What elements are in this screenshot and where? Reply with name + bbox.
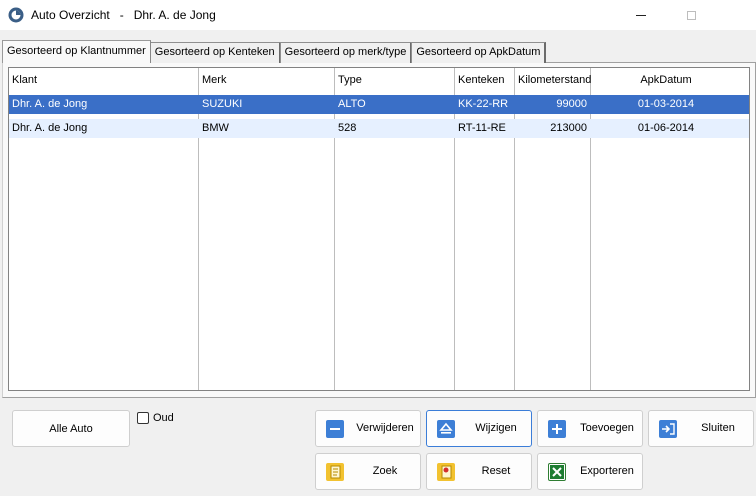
app-icon [8,7,24,23]
tab-apkdatum[interactable]: Gesorteerd op ApkDatum [411,42,547,63]
exit-icon [659,420,677,438]
maximize-button[interactable] [668,0,714,30]
exporteren-button[interactable]: Exporteren [537,453,643,490]
cell-klant: Dhr. A. de Jong [12,98,88,110]
oud-checkbox[interactable]: Oud [137,412,174,424]
cell-apkdatum: 01-03-2014 [637,98,695,110]
column-header-kenteken[interactable]: Kenteken [455,68,515,93]
exporteren-label: Exporteren [580,465,634,477]
column-header-merk[interactable]: Merk [199,68,335,93]
column-header-klant[interactable]: Klant [9,68,199,93]
oud-checkbox-label: Oud [153,412,174,424]
reset-button[interactable]: Reset [426,453,532,490]
cell-apkdatum: 01-06-2014 [637,122,695,134]
excel-icon [548,463,566,481]
cell-type: ALTO [338,98,366,110]
column-header-kilometerstand[interactable]: Kilometerstand [515,68,591,93]
cell-type: 528 [338,122,357,134]
cell-klant: Dhr. A. de Jong [12,122,88,134]
window-title: Auto Overzicht - Dhr. A. de Jong [31,8,216,22]
plus-icon [548,420,566,438]
oud-checkbox-box[interactable] [137,412,149,424]
list-header: Klant Merk Type Kenteken Kilometerstand … [9,68,749,93]
column-header-type[interactable]: Type [335,68,455,93]
maximize-icon [686,10,696,20]
minimize-button[interactable] [618,0,664,30]
eject-icon [437,420,455,438]
verwijderen-label: Verwijderen [356,422,414,434]
minimize-icon [636,14,646,16]
tab-klantnummer[interactable]: Gesorteerd op Klantnummer [2,40,151,63]
tab-kenteken[interactable]: Gesorteerd op Kenteken [149,42,281,63]
cell-kenteken: KK-22-RR [458,98,509,110]
toevoegen-label: Toevoegen [580,422,634,434]
wijzigen-label: Wijzigen [475,422,517,434]
zoek-label: Zoek [372,465,398,477]
table-row[interactable]: Dhr. A. de Jong BMW 528 RT-11-RE 213000 … [9,119,749,138]
wijzigen-button[interactable]: Wijzigen [426,410,532,447]
search-document-icon [326,463,344,481]
cell-merk: SUZUKI [202,98,243,110]
sluiten-button[interactable]: Sluiten [648,410,754,447]
alle-auto-label: Alle Auto [49,422,93,435]
zoek-button[interactable]: Zoek [315,453,421,490]
sluiten-label: Sluiten [701,422,735,434]
reset-label: Reset [481,465,511,477]
reset-document-icon [437,463,455,481]
table-row[interactable]: Dhr. A. de Jong SUZUKI ALTO KK-22-RR 990… [9,95,749,114]
cell-kenteken: RT-11-RE [458,122,506,134]
auto-list[interactable]: Klant Merk Type Kenteken Kilometerstand … [8,67,750,391]
title-bar: Auto Overzicht - Dhr. A. de Jong [0,0,756,30]
column-header-apkdatum[interactable]: ApkDatum [590,68,742,93]
tab-merk-type[interactable]: Gesorteerd op merk/type [279,42,413,63]
tab-strip: Gesorteerd op Klantnummer Gesorteerd op … [2,40,547,63]
toevoegen-button[interactable]: Toevoegen [537,410,643,447]
alle-auto-button[interactable]: Alle Auto [12,410,130,447]
verwijderen-button[interactable]: Verwijderen [315,410,421,447]
cell-kilometerstand: 99000 [556,98,587,110]
cell-merk: BMW [202,122,229,134]
cell-kilometerstand: 213000 [550,122,587,134]
minus-icon [326,420,344,438]
